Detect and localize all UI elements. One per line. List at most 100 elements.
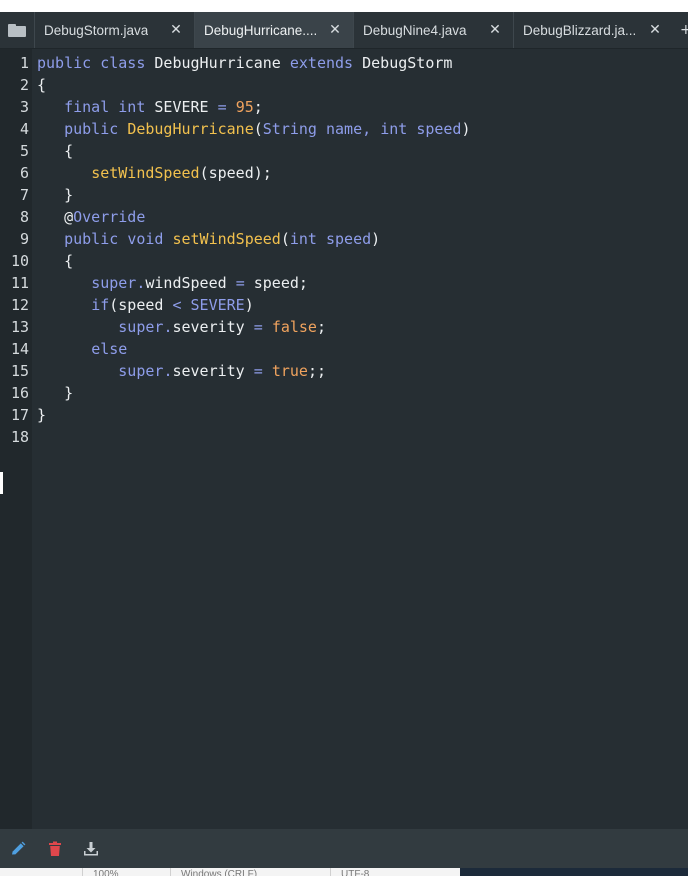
- line-number: 10: [10, 252, 29, 270]
- tab-label: DebugStorm.java: [44, 22, 149, 38]
- code-token: SEVERE: [190, 296, 245, 314]
- tab-bar: DebugStorm.java ✕ DebugHurricane.... ✕ D…: [0, 12, 688, 49]
- code-token: Override: [73, 208, 146, 226]
- code-token: int: [289, 230, 317, 248]
- editor-app: DebugStorm.java ✕ DebugHurricane.... ✕ D…: [0, 0, 688, 876]
- code-token: 95: [235, 98, 254, 116]
- code-line[interactable]: {: [37, 250, 73, 272]
- line-number: 5: [19, 142, 29, 160]
- folder-icon: [8, 23, 26, 37]
- close-icon[interactable]: ✕: [168, 21, 184, 37]
- code-line[interactable]: setWindSpeed(speed);: [37, 162, 272, 184]
- bottom-toolbar: [0, 829, 688, 868]
- line-number: 16: [10, 384, 29, 402]
- code-area[interactable]: public class DebugHurricane extends Debu…: [32, 49, 688, 829]
- line-number: 11: [10, 274, 29, 292]
- code-line[interactable]: super.severity = false;: [37, 316, 326, 338]
- line-number: 3: [19, 98, 29, 116]
- code-token: {: [37, 76, 47, 94]
- code-token: }: [37, 384, 74, 402]
- code-line[interactable]: super.severity = true;;: [37, 360, 326, 382]
- download-icon[interactable]: [81, 839, 101, 859]
- code-token: (: [280, 230, 290, 248]
- code-token: severity: [172, 362, 254, 380]
- pencil-icon[interactable]: [8, 839, 28, 859]
- code-token: public: [64, 120, 119, 138]
- code-line[interactable]: public class DebugHurricane extends Debu…: [37, 52, 452, 74]
- code-token: =: [253, 362, 263, 380]
- code-token: ): [371, 230, 381, 248]
- tab-debugnine4[interactable]: DebugNine4.java ✕: [353, 12, 513, 48]
- code-token: DebugHurricane: [127, 120, 254, 138]
- line-number: 18: [10, 428, 29, 446]
- code-editor[interactable]: 1 2 3 4 5 6 7 8 9 10 11 12 13 14 15 16 17 18 public class…: [0, 49, 688, 829]
- code-token: speed;: [244, 274, 308, 292]
- code-line[interactable]: public DebugHurricane(String name, int s…: [37, 118, 471, 140]
- line-number: 7: [19, 186, 29, 204]
- more-tabs-button[interactable]: +: [680, 12, 688, 48]
- code-token: if: [91, 296, 110, 314]
- code-token: }: [37, 186, 74, 204]
- code-token: name,: [326, 120, 372, 138]
- code-token: setWindSpeed: [91, 164, 200, 182]
- code-token: public: [64, 230, 119, 248]
- line-number: 8: [19, 208, 29, 226]
- trash-icon[interactable]: [45, 839, 65, 859]
- code-token: DebugStorm: [353, 54, 453, 72]
- code-token: ): [244, 296, 254, 314]
- code-token: true: [271, 362, 308, 380]
- code-token: =: [217, 98, 227, 116]
- code-token: super: [118, 318, 164, 336]
- code-line[interactable]: else: [37, 338, 127, 360]
- line-number: 15: [10, 362, 29, 380]
- code-line[interactable]: @Override: [37, 206, 145, 228]
- code-token: setWindSpeed: [172, 230, 281, 248]
- line-endings[interactable]: Windows (CRLF): [170, 868, 331, 876]
- code-token: int: [118, 98, 146, 116]
- code-token: public: [37, 54, 92, 72]
- tab-debughurricane[interactable]: DebugHurricane.... ✕: [194, 12, 353, 48]
- close-icon[interactable]: ✕: [327, 21, 343, 37]
- close-icon[interactable]: ✕: [647, 21, 663, 37]
- line-number: 6: [19, 164, 29, 182]
- code-line[interactable]: final int SEVERE = 95;: [37, 96, 263, 118]
- code-line[interactable]: }: [37, 184, 73, 206]
- code-line[interactable]: {: [37, 74, 46, 96]
- code-token: ): [461, 120, 471, 138]
- zoom-level[interactable]: 100%: [82, 868, 181, 876]
- code-token: false: [271, 318, 317, 336]
- code-token: <: [172, 296, 182, 314]
- line-number: 1: [19, 54, 29, 72]
- code-line[interactable]: if(speed < SEVERE): [37, 294, 254, 316]
- status-bar: 100% Windows (CRLF) UTF-8: [0, 868, 688, 876]
- code-line[interactable]: }: [37, 382, 73, 404]
- line-number: 9: [19, 230, 29, 248]
- folder-button[interactable]: [0, 12, 34, 48]
- code-line[interactable]: public void setWindSpeed(int speed): [37, 228, 380, 250]
- tab-debugstorm[interactable]: DebugStorm.java ✕: [34, 12, 194, 48]
- code-token: super: [118, 362, 164, 380]
- tab-label: DebugHurricane....: [204, 22, 318, 38]
- code-token: DebugHurricane: [145, 54, 290, 72]
- code-token: speed: [326, 230, 372, 248]
- code-line[interactable]: super.windSpeed = speed;: [37, 272, 308, 294]
- code-line[interactable]: }: [37, 404, 46, 426]
- close-icon[interactable]: ✕: [487, 21, 503, 37]
- tab-debugblizzard[interactable]: DebugBlizzard.ja... ✕: [513, 12, 673, 48]
- code-token: class: [100, 54, 146, 72]
- line-number: 2: [19, 76, 29, 94]
- code-line[interactable]: {: [37, 140, 73, 162]
- encoding[interactable]: UTF-8: [330, 868, 461, 876]
